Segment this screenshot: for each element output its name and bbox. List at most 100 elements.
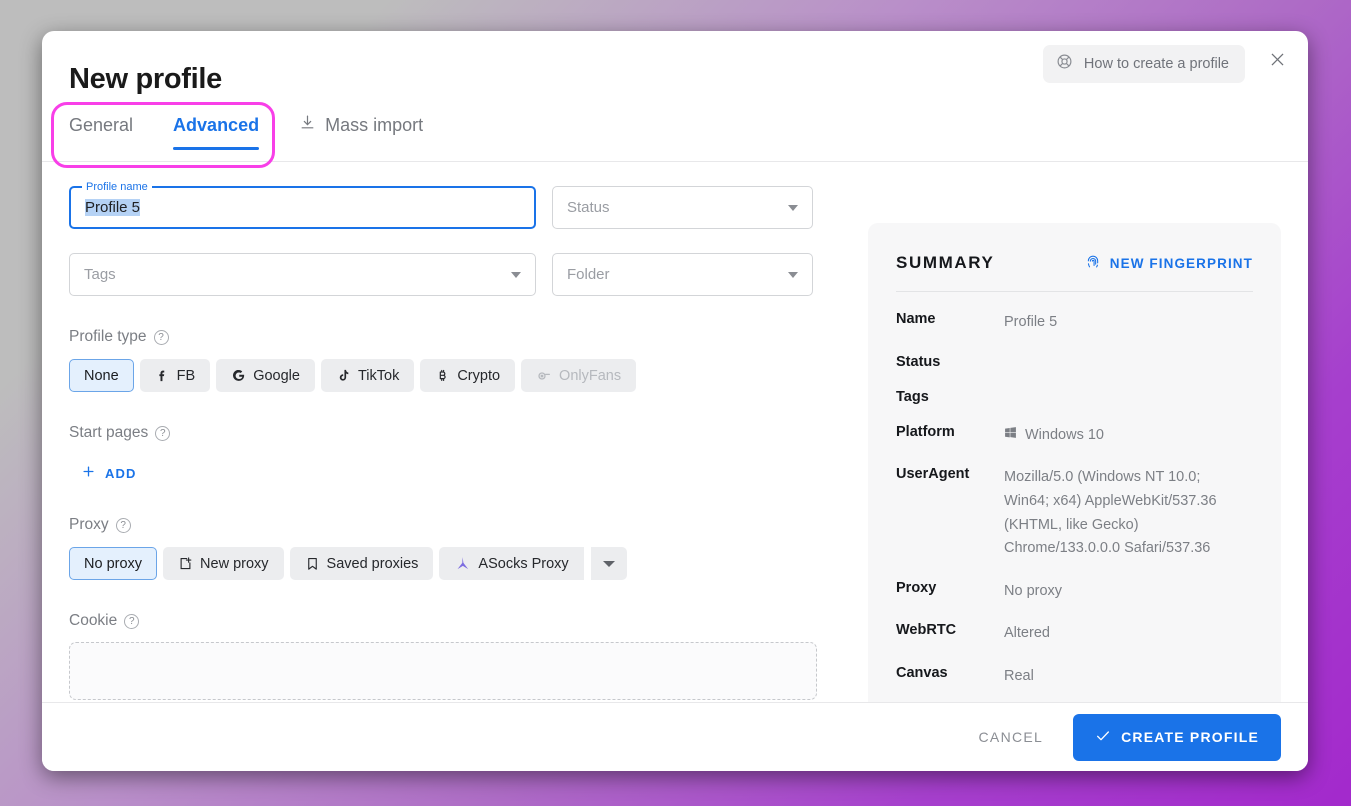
tab-advanced[interactable]: Advanced [173,115,260,150]
dialog-footer: CANCEL CREATE PROFILE [42,702,1308,771]
profile-name-input[interactable]: Profile name Profile 5 [69,181,536,229]
profile-type-crypto[interactable]: Crypto [420,359,516,392]
dialog-header: New profile How to create a profile Gene… [42,31,1308,168]
new-profile-dialog: New profile How to create a profile Gene… [42,31,1308,771]
page-title: New profile [69,63,222,95]
folder-select[interactable]: Folder [552,253,813,296]
create-profile-button[interactable]: CREATE PROFILE [1073,713,1281,761]
new-fingerprint-label: NEW FINGERPRINT [1109,255,1253,271]
profile-type-google-label: Google [253,367,300,384]
close-button[interactable] [1262,47,1292,77]
summary-key: Name [896,311,936,327]
facebook-icon [155,368,170,383]
new-fingerprint-button[interactable]: NEW FINGERPRINT [1085,253,1253,273]
tags-placeholder: Tags [84,266,116,283]
profile-type-google[interactable]: Google [216,359,315,392]
status-placeholder: Status [567,199,610,216]
proxy-new-proxy[interactable]: New proxy [163,547,284,580]
chevron-down-icon [788,271,798,278]
proxy-no-proxy-label: No proxy [84,555,143,572]
proxy-asocks[interactable]: ASocks Proxy [439,547,584,580]
summary-value-wrap: Mozilla/5.0 (Windows NT 10.0; Win64; x64… [1004,466,1239,561]
bookmark-icon [305,556,320,571]
cancel-button[interactable]: CANCEL [963,718,1060,756]
profile-type-label: Profile type [69,328,147,345]
tab-mass-import[interactable]: Mass import [299,114,423,150]
google-icon [231,368,246,383]
proxy-label-group: Proxy ? [69,516,859,534]
add-start-page-button[interactable]: ADD [81,464,136,482]
folder-placeholder: Folder [567,266,610,283]
summary-row-status: Status [896,354,1253,370]
summary-header: SUMMARY NEW FINGERPRINT [896,253,1253,273]
new-window-icon [178,556,193,571]
profile-type-fb-label: FB [176,367,196,384]
profile-type-none-label: None [84,367,119,384]
form-row-2: Tags Folder [69,253,859,296]
asocks-icon [454,555,471,572]
summary-divider [896,291,1253,292]
help-icon[interactable]: ? [115,517,131,533]
summary-row-canvas: Canvas Real [896,665,1253,689]
profile-name-value: Profile 5 [85,199,141,216]
summary-value: Real [1004,668,1034,684]
profile-type-tiktok-label: TikTok [357,367,400,384]
summary-value: Mozilla/5.0 (Windows NT 10.0; Win64; x64… [1004,469,1217,557]
fingerprint-icon [1085,253,1101,273]
summary-key: Platform [896,423,955,440]
how-to-create-profile-label: How to create a profile [1083,56,1229,72]
how-to-create-profile-button[interactable]: How to create a profile [1042,45,1245,83]
tags-select[interactable]: Tags [69,253,536,296]
profile-type-onlyfans: OnlyFans [521,359,637,392]
download-icon [299,114,316,136]
summary-row-platform: Platform Windows 10 [896,424,1253,448]
tab-general-label: General [69,115,134,135]
dialog-body: Profile name Profile 5 Status Tags Folde… [42,162,1308,702]
chevron-down-icon [602,556,615,572]
summary-key: Status [896,353,941,370]
tiktok-icon [336,368,351,383]
help-icon[interactable]: ? [153,329,169,345]
summary-value: Altered [1004,625,1050,642]
summary-row-webrtc: WebRTC Altered [896,622,1253,646]
profile-type-fb[interactable]: FB [139,359,211,392]
profile-type-onlyfans-label: OnlyFans [559,367,622,384]
proxy-new-proxy-label: New proxy [200,555,269,572]
cookie-dropzone[interactable] [69,642,817,700]
add-start-page-label: ADD [105,465,137,481]
form-row-1: Profile name Profile 5 Status [69,181,859,229]
summary-value: Windows 10 [1025,426,1104,443]
help-icon[interactable]: ? [124,613,140,629]
proxy-options: No proxy New proxy Saved proxies ASocks … [69,547,859,580]
profile-name-selected-text: Profile 5 [85,199,141,216]
summary-value: No proxy [1004,582,1063,599]
check-icon [1095,728,1111,747]
start-pages-label: Start pages [69,424,149,441]
lifebuoy-icon [1056,53,1073,75]
help-icon[interactable]: ? [155,425,171,441]
proxy-label: Proxy [69,516,109,533]
profile-form: Profile name Profile 5 Status Tags Folde… [69,162,859,700]
status-select[interactable]: Status [552,186,813,229]
summary-value-wrap: Windows 10 [1004,424,1104,448]
profile-name-legend: Profile name [82,181,152,193]
profile-type-crypto-label: Crypto [457,367,501,384]
proxy-asocks-dropdown[interactable] [590,547,627,580]
tab-general[interactable]: General [69,115,133,150]
proxy-no-proxy[interactable]: No proxy [69,547,158,580]
tab-advanced-label: Advanced [173,115,260,135]
summary-key: Proxy [896,579,937,596]
create-profile-label: CREATE PROFILE [1121,729,1259,745]
summary-row-useragent: UserAgent Mozilla/5.0 (Windows NT 10.0; … [896,466,1253,561]
plus-icon [81,464,96,482]
proxy-saved-proxies[interactable]: Saved proxies [289,547,434,580]
proxy-saved-proxies-label: Saved proxies [326,555,419,572]
cookie-label: Cookie [69,612,118,629]
summary-key: UserAgent [896,466,970,483]
start-pages-label-group: Start pages ? [69,424,859,442]
chevron-down-icon [788,204,798,211]
profile-type-none[interactable]: None [69,359,134,392]
summary-value: Profile 5 [1004,314,1058,330]
profile-type-tiktok[interactable]: TikTok [320,359,415,392]
summary-key: WebRTC [896,622,957,639]
